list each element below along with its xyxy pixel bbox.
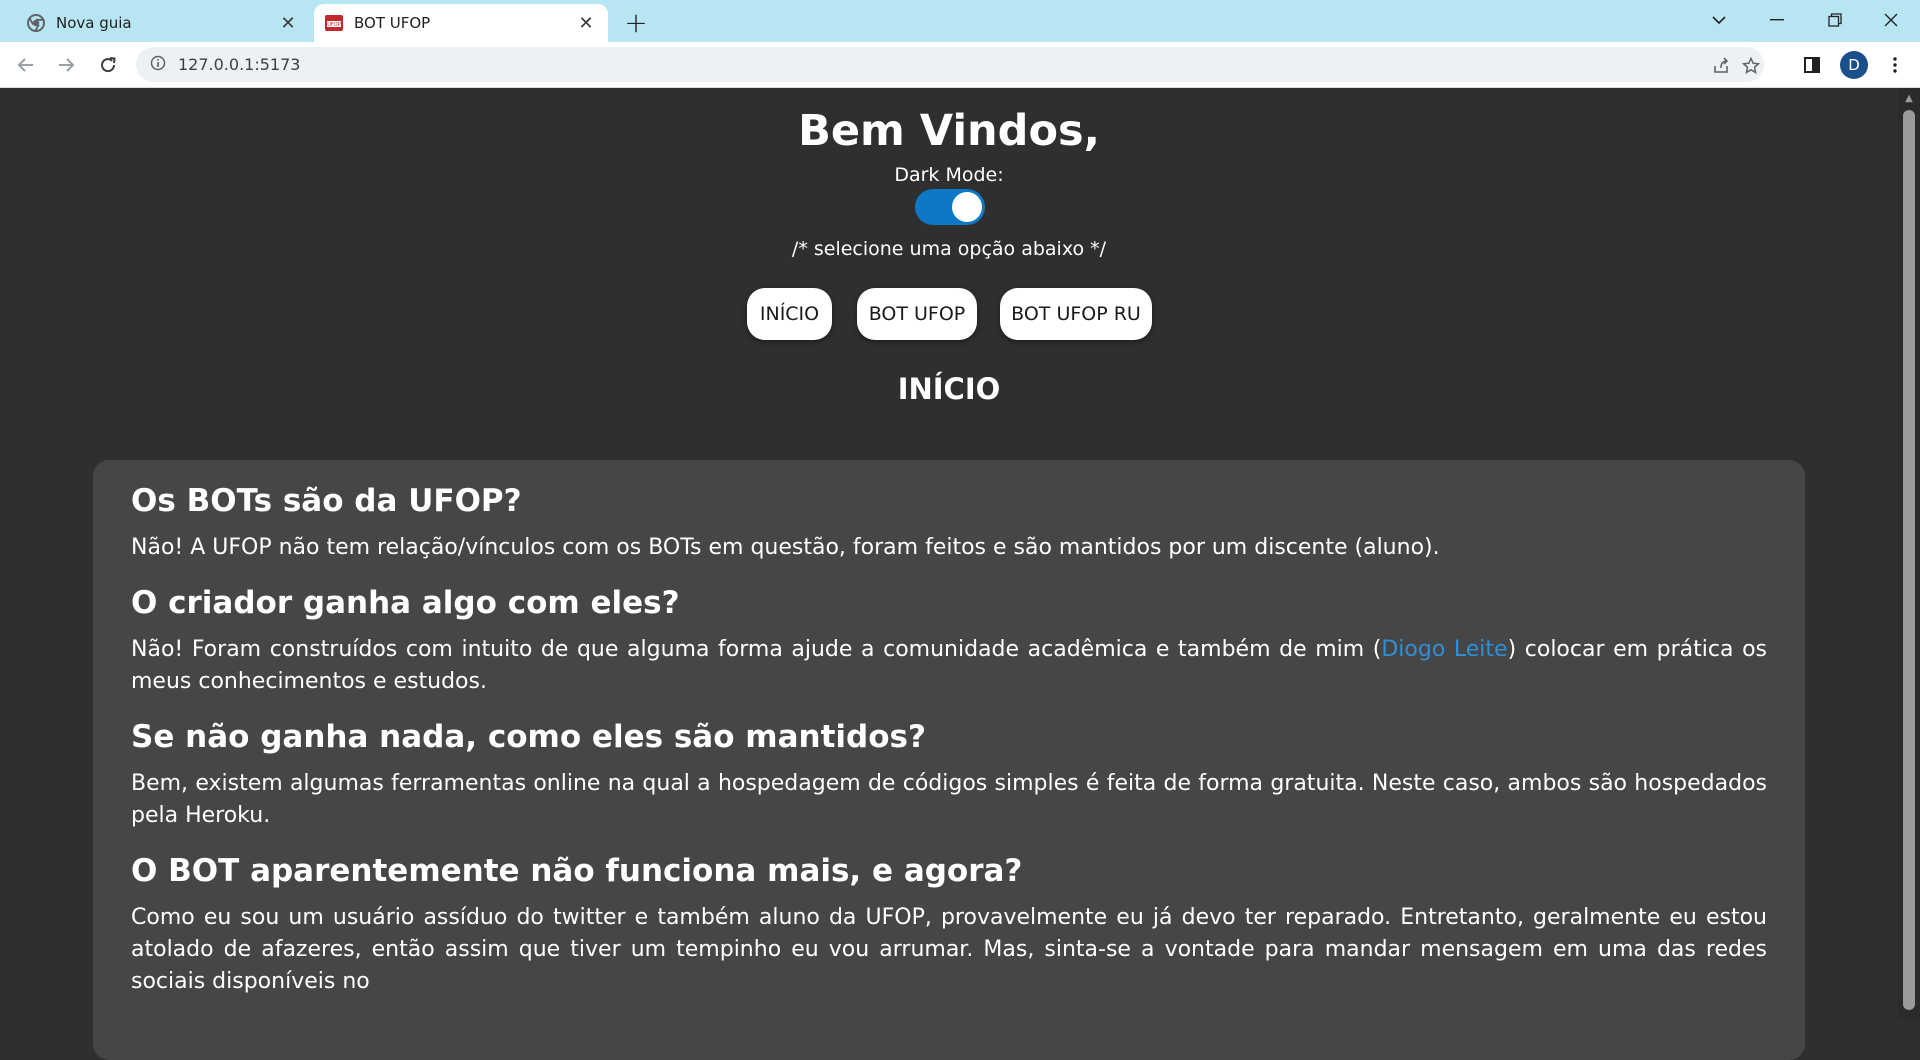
share-icon[interactable]	[1706, 51, 1736, 81]
back-icon[interactable]	[10, 49, 42, 81]
tab-bot-ufop[interactable]: UFOP BOT UFOP ✕	[314, 4, 608, 42]
faq-answer: Não! A UFOP não tem relação/vínculos com…	[131, 535, 1440, 560]
scroll-up-icon[interactable]: ▲	[1903, 94, 1915, 104]
dark-mode-label: Dark Mode:	[894, 164, 1004, 186]
selection-hint: /* selecione uma opção abaixo */	[791, 238, 1107, 260]
faq-question: O BOT aparentemente não funciona mais, e…	[131, 853, 1023, 889]
restore-icon[interactable]	[1806, 0, 1864, 40]
svg-text:UFOP: UFOP	[327, 22, 341, 28]
side-panel-icon[interactable]	[1797, 50, 1827, 80]
tab-strip: Nova guia ✕ UFOP BOT UFOP ✕ +	[0, 0, 1920, 42]
author-link[interactable]: Diogo Leite	[1381, 637, 1507, 662]
faq-card: Os BOTs são da UFOP? Não! A UFOP não tem…	[93, 460, 1805, 1060]
menu-icon[interactable]	[1880, 50, 1910, 80]
chrome-icon	[26, 13, 46, 33]
toggle-knob	[952, 192, 982, 222]
faq-question: O criador ganha algo com eles?	[131, 585, 680, 621]
minimize-icon[interactable]	[1748, 0, 1806, 40]
close-window-icon[interactable]	[1862, 0, 1920, 40]
tab-search-icon[interactable]	[1690, 0, 1748, 40]
inicio-button[interactable]: INÍCIO	[747, 288, 832, 340]
site-info-icon[interactable]	[150, 55, 166, 75]
tab-title: BOT UFOP	[354, 14, 431, 32]
answer-text: Não! Foram construídos com intuito de qu…	[131, 637, 1382, 662]
ufop-favicon: UFOP	[324, 13, 344, 33]
tab-nova-guia[interactable]: Nova guia ✕	[8, 4, 310, 42]
new-tab-icon[interactable]: +	[620, 6, 652, 39]
page-heading: Bem Vindos,	[798, 106, 1100, 156]
tab-title: Nova guia	[56, 14, 132, 32]
bot-ufop-ru-button[interactable]: BOT UFOP RU	[1000, 288, 1152, 340]
forward-icon[interactable]	[50, 49, 82, 81]
close-tab-icon[interactable]: ✕	[276, 11, 300, 35]
page-scrollbar[interactable]: ▲	[1898, 88, 1920, 1020]
bookmark-star-icon[interactable]	[1736, 51, 1766, 81]
dark-mode-toggle[interactable]	[915, 189, 985, 225]
profile-avatar[interactable]: D	[1840, 51, 1868, 79]
reload-icon[interactable]	[92, 49, 124, 81]
browser-toolbar: 127.0.0.1:5173	[0, 42, 1920, 88]
scrollbar-thumb[interactable]	[1903, 110, 1915, 1010]
page-content: Bem Vindos, Dark Mode: /* selecione uma …	[0, 88, 1898, 1060]
faq-answer: Bem, existem algumas ferramentas online …	[131, 771, 1767, 828]
faq-question: Se não ganha nada, como eles são mantido…	[131, 719, 926, 755]
url-text: 127.0.0.1:5173	[178, 55, 301, 74]
section-title: INÍCIO	[897, 372, 1001, 406]
faq-answer: Não! Foram construídos com intuito de qu…	[131, 634, 1767, 698]
bot-ufop-button[interactable]: BOT UFOP	[857, 288, 977, 340]
faq-question: Os BOTs são da UFOP?	[131, 483, 522, 519]
faq-answer: Como eu sou um usuário assíduo do twitte…	[131, 905, 1767, 994]
close-tab-icon[interactable]: ✕	[574, 11, 598, 35]
address-bar[interactable]: 127.0.0.1:5173	[136, 47, 1764, 82]
